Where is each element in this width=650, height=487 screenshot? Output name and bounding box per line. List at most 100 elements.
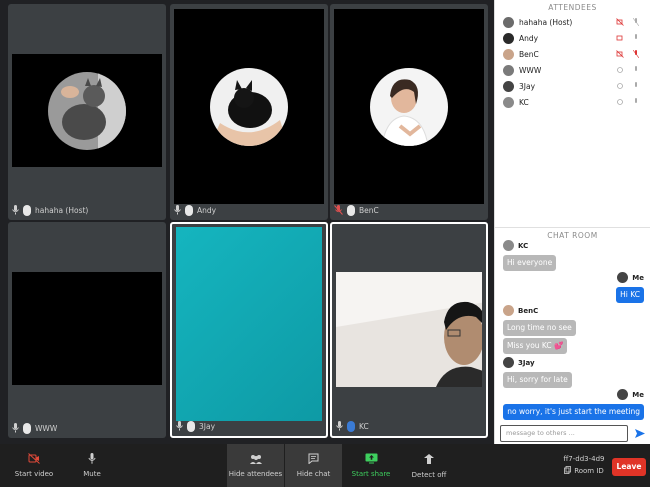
attendee-row[interactable]: 3Jay xyxy=(495,78,650,94)
avatar xyxy=(503,64,514,76)
attendee-row[interactable]: Andy xyxy=(495,30,650,46)
start-video-button[interactable]: Start video xyxy=(14,444,54,487)
tile-name: KC xyxy=(359,421,369,431)
attendee-name: Andy xyxy=(519,33,539,43)
room-id-row: Room ID xyxy=(560,466,608,476)
camera-icon xyxy=(616,34,624,42)
video-tile-3jay[interactable]: 3Jay xyxy=(170,222,328,438)
side-panel: ATTENDEES hahaha (Host) Andy BenC WWW 3J… xyxy=(494,0,650,444)
mic-icon xyxy=(88,453,96,466)
message-bubble: Hi everyone xyxy=(503,255,557,271)
tile-status-bar: KC xyxy=(336,419,369,433)
video-tile-kc[interactable]: KC xyxy=(330,222,488,438)
message-sender: BenC xyxy=(518,306,539,315)
camera-indicator xyxy=(347,204,355,216)
video-avatar-cat xyxy=(210,67,288,146)
message-sender: Me xyxy=(632,273,644,282)
mic-icon xyxy=(632,98,640,106)
camera-icon xyxy=(616,66,624,74)
tile-name: 3Jay xyxy=(199,421,216,431)
camera-icon xyxy=(616,82,624,90)
hide-chat-label: Hide chat xyxy=(296,470,331,478)
video-tile-benc[interactable]: BenC xyxy=(330,4,488,220)
avatar xyxy=(503,48,514,60)
attendee-name: BenC xyxy=(519,49,539,59)
mic-icon[interactable] xyxy=(12,423,19,433)
avatar xyxy=(617,272,629,283)
camera-indicator xyxy=(185,204,193,216)
video-off-icon xyxy=(28,453,40,466)
video-avatar-cat xyxy=(48,71,126,150)
detect-off-label: Detect off xyxy=(411,470,447,479)
mic-muted-icon[interactable] xyxy=(334,205,343,215)
camera-indicator xyxy=(187,420,195,432)
start-video-label: Start video xyxy=(14,470,54,478)
chat-message: Me no worry, it's just start the meeting xyxy=(503,389,644,420)
tile-status-bar: Andy xyxy=(174,203,216,217)
mic-icon xyxy=(632,34,640,42)
video-tile-www[interactable]: WWW xyxy=(8,222,166,438)
tile-name: BenC xyxy=(359,205,379,215)
mute-button[interactable]: Mute xyxy=(76,444,108,487)
video-feed-person xyxy=(336,272,482,387)
room-code: ff7-dd3-4d9 xyxy=(563,455,605,463)
mic-icon[interactable] xyxy=(174,205,181,215)
chat-message-input[interactable]: message to others ... xyxy=(500,425,628,442)
avatar xyxy=(503,305,514,316)
tile-status-bar: hahaha (Host) xyxy=(12,203,88,217)
start-share-button[interactable]: Start share xyxy=(350,444,392,487)
camera-off-icon xyxy=(616,18,624,26)
avatar xyxy=(503,32,514,44)
copy-icon xyxy=(564,466,572,476)
mic-icon[interactable] xyxy=(176,421,183,431)
share-screen-icon xyxy=(365,453,378,466)
camera-off-icon xyxy=(616,50,624,58)
detect-off-button[interactable]: Detect off xyxy=(408,444,450,487)
avatar xyxy=(503,357,514,368)
avatar xyxy=(503,80,514,92)
message-bubble: Miss you KC 💕 xyxy=(503,338,568,354)
chat-icon xyxy=(308,453,319,466)
avatar xyxy=(617,389,629,400)
video-frame xyxy=(336,272,482,387)
attendee-row[interactable]: KC xyxy=(495,94,650,110)
leave-button[interactable]: Leave xyxy=(612,458,646,476)
mic-icon xyxy=(632,82,640,90)
room-id-info[interactable]: ff7-dd3-4d9 Room ID xyxy=(560,455,608,476)
tile-name: WWW xyxy=(35,423,58,433)
attendee-name: 3Jay xyxy=(519,81,536,91)
attendee-row[interactable]: WWW xyxy=(495,62,650,78)
video-tile-host[interactable]: hahaha (Host) xyxy=(8,4,166,220)
video-frame xyxy=(174,9,324,204)
mic-off-icon xyxy=(632,18,640,26)
attendee-row[interactable]: hahaha (Host) xyxy=(495,14,650,30)
message-header: KC xyxy=(503,240,556,251)
message-sender: KC xyxy=(518,241,529,250)
mic-off-icon xyxy=(632,50,640,58)
video-frame xyxy=(12,54,162,167)
chat-messages: KC Hi everyone Me Hi KC BenC Long time n… xyxy=(495,238,650,420)
video-grid: hahaha (Host) Andy BenC WWW 3Jay KC xyxy=(0,0,494,444)
tile-status-bar: 3Jay xyxy=(176,419,215,433)
tile-status-bar: BenC xyxy=(334,203,379,217)
hide-attendees-button[interactable]: Hide attendees xyxy=(227,444,284,487)
attendee-row[interactable]: BenC xyxy=(495,46,650,62)
message-bubble: Hi KC xyxy=(616,287,644,303)
video-tile-andy[interactable]: Andy xyxy=(170,4,328,220)
message-header: BenC xyxy=(503,305,576,316)
speaking-indicator xyxy=(347,420,355,432)
detect-icon xyxy=(423,453,435,467)
attendee-name: WWW xyxy=(519,65,542,75)
message-bubble: Long time no see xyxy=(503,320,576,336)
video-frame xyxy=(12,272,162,385)
tile-name: hahaha (Host) xyxy=(35,205,89,215)
send-icon[interactable] xyxy=(635,429,645,440)
mic-icon[interactable] xyxy=(336,421,343,431)
camera-indicator xyxy=(23,422,31,434)
hide-chat-button[interactable]: Hide chat xyxy=(285,444,342,487)
mic-icon[interactable] xyxy=(12,205,19,215)
meeting-toolbar: Start video Mute Hide attendees Hide cha… xyxy=(0,444,650,487)
camera-indicator xyxy=(23,204,31,216)
avatar xyxy=(503,16,514,28)
video-frame xyxy=(176,227,322,421)
